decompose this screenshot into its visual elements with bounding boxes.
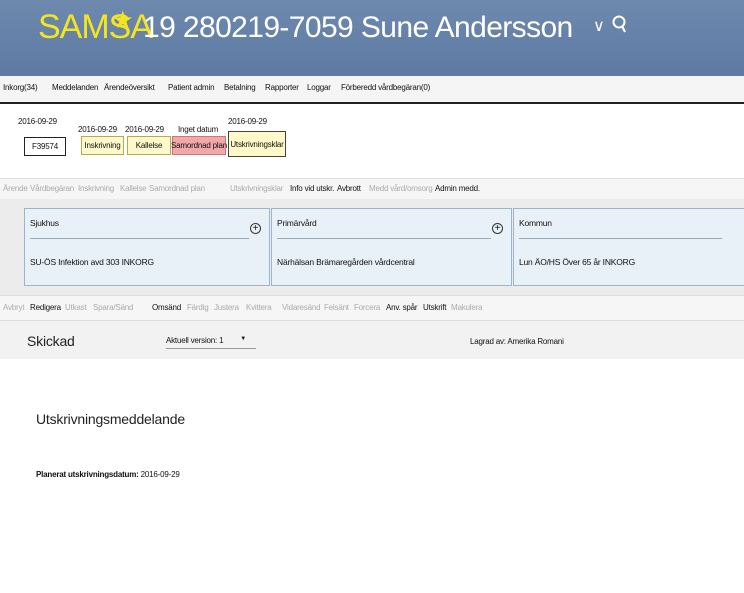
case-id-box[interactable]: F39574: [24, 137, 66, 156]
case-action-bar: Ärende Vårdbegäran Inskrivning Kallelse …: [0, 178, 744, 200]
patient-title: 19 280219-7059 Sune Andersson: [143, 11, 573, 44]
panel-primarvard: Primärvård + Närhälsan Brämaregården vår…: [271, 208, 512, 286]
action-forcera[interactable]: Forcera: [354, 303, 380, 312]
menu-arendeoversikt[interactable]: Ärendeöversikt: [104, 83, 155, 92]
divider: [30, 238, 249, 239]
action-vidaresand[interactable]: Vidaresänd: [282, 303, 321, 312]
step-utskrivningsklar[interactable]: Utskrivningsklar: [228, 131, 286, 157]
action-admin-medd[interactable]: Admin medd.: [435, 184, 480, 193]
menu-loggar[interactable]: Loggar: [307, 83, 331, 92]
action-avbryt[interactable]: Avbryt: [3, 303, 25, 312]
planned-discharge-label: Planerat utskrivningsdatum:: [36, 470, 139, 479]
menu-rapporter[interactable]: Rapporter: [265, 83, 299, 92]
panel-title: Kommun: [519, 218, 552, 228]
panel-value: Närhälsan Brämaregården vårdcentral: [277, 257, 415, 267]
menu-inkorg[interactable]: Inkorg(34): [3, 83, 38, 92]
panel-sjukhus: Sjukhus + SU-ÖS Infektion avd 303 INKORG: [24, 208, 270, 286]
case-id: F39574: [32, 142, 58, 151]
action-felsant[interactable]: Felsänt: [324, 303, 349, 312]
action-info-vid-utskr[interactable]: Info vid utskr.: [290, 184, 334, 193]
step-samordnad-plan[interactable]: Samordnad plan: [171, 136, 227, 155]
action-omsand[interactable]: Omsänd: [152, 303, 181, 312]
action-spara-sand[interactable]: Spara/Sänd: [93, 303, 133, 312]
status-row: Skickad Aktuell version: 1 ▼ Lagrad av: …: [0, 321, 744, 359]
action-makulera[interactable]: Makulera: [451, 303, 483, 312]
menu-patient-admin[interactable]: Patient admin: [168, 83, 215, 92]
timeline-date: 2016-09-29: [18, 117, 57, 126]
action-kvittera[interactable]: Kvittera: [246, 303, 272, 312]
action-vardbegaran[interactable]: Vårdbegäran: [30, 184, 74, 193]
action-samordnad-plan[interactable]: Samordnad plan: [149, 184, 205, 193]
divider: [277, 238, 491, 239]
action-justera[interactable]: Justera: [214, 303, 239, 312]
planned-discharge-value: 2016-09-29: [140, 470, 180, 479]
action-avbrott[interactable]: Avbrott: [337, 184, 361, 193]
planned-discharge: Planerat utskrivningsdatum: 2016-09-29: [36, 470, 180, 479]
timeline-date: 2016-09-29: [125, 125, 164, 134]
timeline-date: 2016-09-29: [228, 117, 267, 126]
search-icon[interactable]: [612, 14, 628, 34]
step-label: Utskrivningsklar: [230, 139, 284, 149]
action-medd-vard-omsorg[interactable]: Medd vård/omsorg: [369, 184, 433, 193]
version-value: Aktuell version: 1: [166, 336, 224, 345]
panel-title: Sjukhus: [30, 218, 59, 228]
menu-forberedd-vardbegaran[interactable]: Förberedd vårdbegäran(0): [341, 83, 430, 92]
action-utskrift[interactable]: Utskrift: [423, 303, 446, 312]
panel-value: Lun ÄO/HS Över 65 år INKORG: [519, 257, 636, 267]
action-utskrivningsklar[interactable]: Utskrivningsklar: [230, 184, 283, 193]
add-circle-icon[interactable]: +: [250, 223, 261, 234]
caret-down-icon: ▼: [240, 336, 246, 342]
action-anv-spar[interactable]: Anv. spår: [386, 303, 418, 312]
action-arende[interactable]: Ärende: [3, 184, 28, 193]
panel-kommun: Kommun Lun ÄO/HS Över 65 år INKORG: [513, 208, 744, 286]
message-action-bar: Avbryt Redigera Utkast Spara/Sänd Omsänd…: [0, 295, 744, 321]
action-fardig[interactable]: Färdig: [187, 303, 209, 312]
action-kallelse[interactable]: Kallelse: [120, 184, 147, 193]
menu-betalning[interactable]: Betalning: [224, 83, 256, 92]
chevron-down-icon[interactable]: ∨: [593, 16, 605, 36]
action-utkast[interactable]: Utkast: [65, 303, 87, 312]
add-circle-icon[interactable]: +: [492, 223, 503, 234]
panel-title: Primärvård: [277, 218, 317, 228]
step-inskrivning[interactable]: Inskrivning: [81, 136, 124, 155]
step-label: Samordnad plan: [171, 141, 227, 150]
saved-by: Lagrad av: Amerika Romani: [470, 337, 564, 346]
star-icon[interactable]: ★: [112, 6, 134, 35]
main-menu: Inkorg(34) Meddelanden Ärendeöversikt Pa…: [0, 76, 744, 104]
action-redigera[interactable]: Redigera: [30, 303, 61, 312]
app-header: SAMSA ★ 19 280219-7059 Sune Andersson ∨: [0, 0, 744, 76]
panel-value: SU-ÖS Infektion avd 303 INKORG: [30, 257, 154, 267]
step-kallelse[interactable]: Kallelse: [127, 136, 171, 155]
action-inskrivning[interactable]: Inskrivning: [78, 184, 114, 193]
timeline-date: 2016-09-29: [78, 125, 117, 134]
version-select[interactable]: Aktuell version: 1 ▼: [166, 335, 256, 349]
app-logo[interactable]: SAMSA: [38, 8, 153, 47]
menu-meddelanden[interactable]: Meddelanden: [52, 83, 98, 92]
timeline-date: Inget datum: [178, 125, 219, 134]
divider: [519, 238, 722, 239]
document-title: Utskrivningsmeddelande: [36, 411, 185, 427]
step-label: Inskrivning: [84, 141, 121, 150]
message-status: Skickad: [27, 333, 75, 349]
step-label: Kallelse: [135, 141, 163, 150]
